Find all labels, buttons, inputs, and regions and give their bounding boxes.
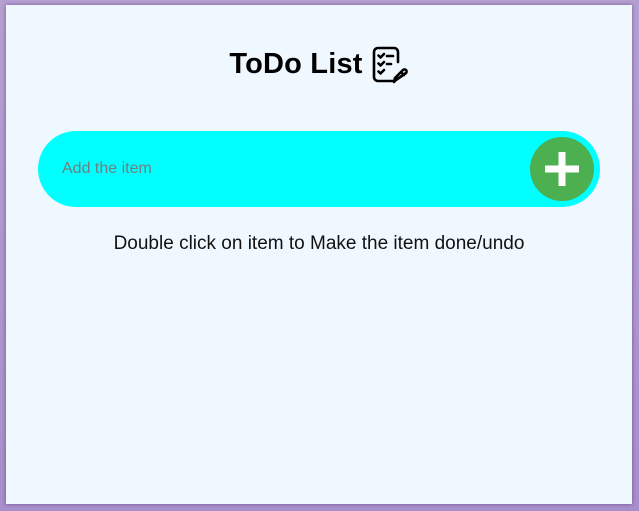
window-frame: ToDo List Add the item Double click on i… [0, 0, 639, 511]
add-item-input[interactable] [62, 131, 502, 207]
add-item-bar [38, 131, 600, 207]
usage-hint: Double click on item to Make the item do… [113, 233, 525, 254]
header: ToDo List [6, 43, 632, 85]
plus-icon [545, 152, 579, 186]
add-item-button[interactable] [530, 137, 594, 201]
page-title: ToDo List [229, 47, 363, 80]
checklist-edit-icon [369, 45, 409, 85]
todo-app-card: ToDo List Add the item Double click on i… [6, 5, 632, 504]
